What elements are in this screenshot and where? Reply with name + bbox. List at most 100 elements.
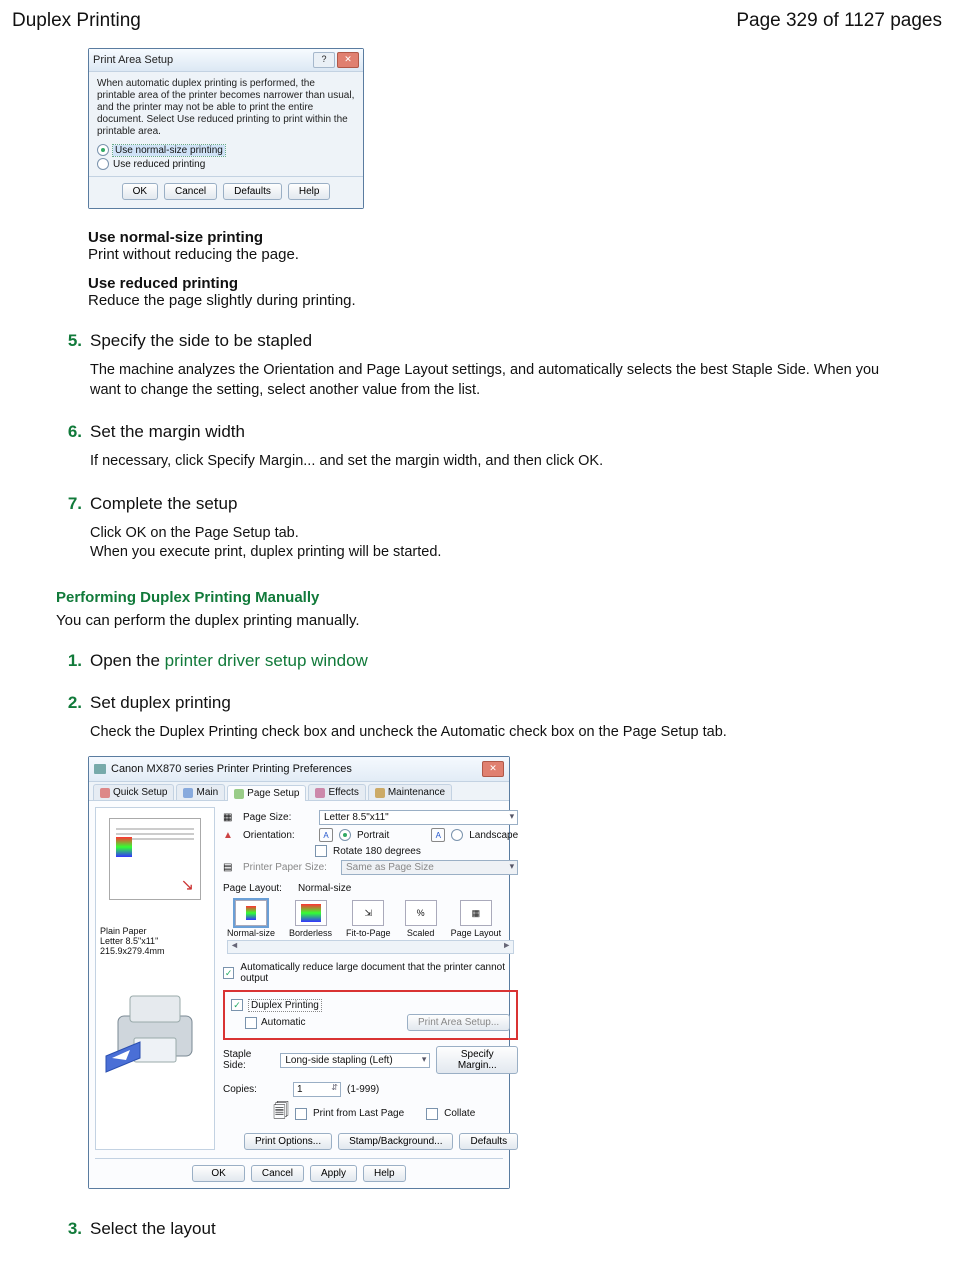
landscape-radio[interactable]: Landscape — [469, 830, 518, 841]
dialog-titlebar: Print Area Setup ? ✕ — [89, 49, 363, 72]
section-body: You can perform the duplex printing manu… — [56, 612, 942, 629]
collate-checkbox[interactable]: Collate — [444, 1108, 475, 1119]
print-from-last-checkbox[interactable]: Print from Last Page — [313, 1108, 404, 1119]
page-icon: ▦ — [223, 812, 237, 823]
layout-label: Normal-size — [227, 928, 275, 938]
tab-main[interactable]: Main — [176, 784, 225, 800]
radio-normal-size[interactable]: Use normal-size printing — [97, 144, 355, 156]
apply-button[interactable]: Apply — [310, 1165, 357, 1182]
dialog2-titlebar: Canon MX870 series Printer Printing Pref… — [89, 757, 509, 782]
step-number-m2: 2. — [58, 693, 82, 713]
ok-button[interactable]: OK — [122, 183, 158, 200]
dialog-title-text: Print Area Setup — [93, 54, 173, 66]
automatic-checkbox[interactable]: Automatic — [261, 1017, 305, 1028]
printer-driver-link[interactable]: printer driver setup window — [165, 651, 368, 670]
preview-media: Plain Paper — [100, 926, 210, 936]
specify-margin-button[interactable]: Specify Margin... — [436, 1046, 518, 1074]
step-title-m2: Set duplex printing — [90, 693, 231, 713]
tab-bar: Quick Setup Main Page Setup Effects Main… — [89, 782, 509, 801]
ok-button[interactable]: OK — [192, 1165, 244, 1182]
layout-fit[interactable]: ⇲Fit-to-Page — [346, 900, 391, 938]
duplex-printing-checkbox[interactable]: Duplex Printing — [249, 1000, 321, 1011]
tab-label: Maintenance — [388, 787, 445, 798]
printer-icon — [94, 764, 106, 774]
auto-reduce-checkbox[interactable]: Automatically reduce large document that… — [240, 962, 518, 984]
copies-spinner[interactable]: 1 — [293, 1082, 341, 1097]
help-icon[interactable]: ? — [313, 52, 335, 68]
tab-label: Effects — [328, 787, 358, 798]
layout-borderless[interactable]: Borderless — [289, 900, 332, 938]
page-size-combo[interactable]: Letter 8.5"x11" — [319, 810, 518, 825]
cancel-button[interactable]: Cancel — [164, 183, 217, 200]
option-reduced-title: Use reduced printing — [88, 275, 942, 292]
option-reduced-body: Reduce the page slightly during printing… — [88, 292, 942, 309]
preview-page-image: ↘ — [109, 818, 201, 900]
step-number-6: 6. — [58, 422, 82, 442]
radio-icon — [97, 158, 109, 170]
preview-printer-image — [100, 986, 210, 1076]
layout-normal[interactable]: Normal-size — [227, 900, 275, 938]
help-button[interactable]: Help — [288, 183, 331, 200]
radio-reduced-label: Use reduced printing — [113, 159, 205, 170]
landscape-icon: A — [431, 828, 445, 842]
step-number-5: 5. — [58, 331, 82, 351]
tab-quick-setup[interactable]: Quick Setup — [93, 784, 174, 800]
checkbox-icon — [315, 845, 327, 857]
preview-size: Letter 8.5"x11" 215.9x279.4mm — [100, 936, 210, 956]
dialog-description: When automatic duplex printing is perfor… — [97, 78, 355, 138]
defaults-button[interactable]: Defaults — [223, 183, 282, 200]
copies-icon: 🗐 — [273, 1100, 289, 1127]
tab-page-setup[interactable]: Page Setup — [227, 785, 306, 801]
page-counter: Page 329 of 1127 pages — [736, 10, 942, 32]
step-body-7a: Click OK on the Page Setup tab. — [90, 524, 910, 544]
portrait-icon: A — [319, 828, 333, 842]
checkbox-icon — [426, 1108, 438, 1120]
print-options-button[interactable]: Print Options... — [244, 1133, 332, 1150]
section-heading: Performing Duplex Printing Manually — [56, 589, 942, 606]
copies-label: Copies: — [223, 1084, 287, 1095]
tab-maintenance[interactable]: Maintenance — [368, 784, 452, 800]
step-number-m1: 1. — [58, 651, 82, 671]
dialog2-title: Canon MX870 series Printer Printing Pref… — [111, 763, 352, 775]
print-area-setup-button: Print Area Setup... — [407, 1014, 510, 1031]
tab-label: Main — [196, 787, 218, 798]
printer-paper-size-label: Printer Paper Size: — [243, 862, 335, 873]
staple-side-combo[interactable]: Long-side stapling (Left) — [280, 1053, 430, 1068]
step-body-5: The machine analyzes the Orientation and… — [90, 361, 910, 400]
step-number-m3: 3. — [58, 1219, 82, 1239]
tab-effects[interactable]: Effects — [308, 784, 365, 800]
printer-paper-size-combo: Same as Page Size — [341, 860, 518, 875]
radio-icon — [339, 829, 351, 841]
step-body-6: If necessary, click Specify Margin... an… — [90, 452, 910, 472]
step-number-7: 7. — [58, 494, 82, 514]
tab-label: Quick Setup — [113, 787, 167, 798]
orientation-label: Orientation: — [243, 830, 313, 841]
portrait-radio[interactable]: Portrait — [357, 830, 389, 841]
radio-reduced[interactable]: Use reduced printing — [97, 158, 355, 170]
cancel-button[interactable]: Cancel — [251, 1165, 304, 1182]
help-button[interactable]: Help — [363, 1165, 406, 1182]
tab-icon — [375, 788, 385, 798]
layout-pagelayout[interactable]: ▦Page Layout — [451, 900, 502, 938]
highlighted-duplex-area: ✓ Duplex Printing Automatic Print Area S… — [223, 990, 518, 1040]
close-icon[interactable]: ✕ — [482, 761, 504, 777]
tab-icon — [183, 788, 193, 798]
rotate-checkbox[interactable]: Rotate 180 degrees — [333, 846, 421, 857]
orientation-icon: ▲ — [223, 830, 237, 841]
staple-side-label: Staple Side: — [223, 1049, 274, 1071]
close-icon[interactable]: ✕ — [337, 52, 359, 68]
layout-label: Scaled — [407, 928, 435, 938]
layout-scaled[interactable]: %Scaled — [405, 900, 437, 938]
option-normal-title: Use normal-size printing — [88, 229, 942, 246]
radio-icon — [97, 144, 109, 156]
arrow-icon: ↘ — [181, 875, 194, 895]
defaults-button[interactable]: Defaults — [459, 1133, 518, 1150]
step-text-m1: Open the — [90, 651, 165, 670]
layout-label: Borderless — [289, 928, 332, 938]
checkbox-icon: ✓ — [231, 999, 243, 1011]
step-body-7b: When you execute print, duplex printing … — [90, 543, 910, 563]
step-title-6: Set the margin width — [90, 422, 245, 442]
tab-icon — [315, 788, 325, 798]
layout-scrollbar[interactable] — [227, 940, 514, 954]
stamp-background-button[interactable]: Stamp/Background... — [338, 1133, 453, 1150]
